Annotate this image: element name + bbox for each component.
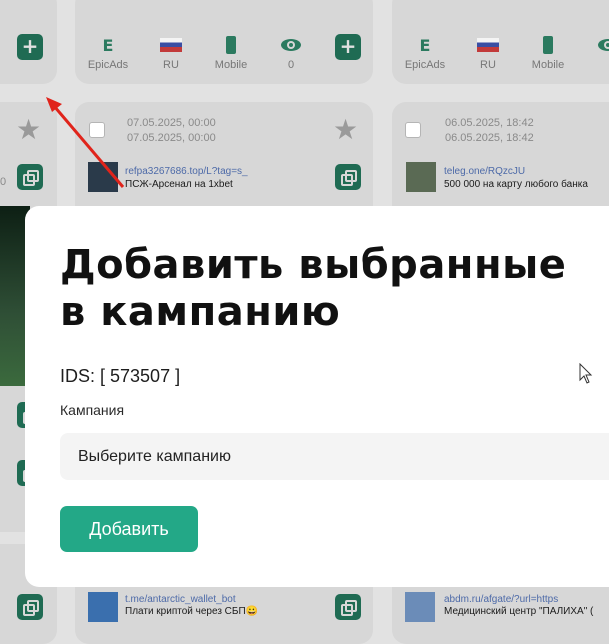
add-to-campaign-modal: Добавить выбранные в кампанию IDS: [ 573… [25, 206, 609, 587]
add-button[interactable]: Добавить [60, 506, 198, 552]
campaign-select[interactable]: Выберите кампанию [60, 433, 609, 480]
campaign-label: Кампания [60, 402, 125, 418]
selected-ids: IDS: [ 573507 ] [60, 366, 181, 386]
mouse-cursor-icon [579, 363, 593, 384]
modal-title: Добавить выбранные в кампанию [60, 242, 567, 335]
